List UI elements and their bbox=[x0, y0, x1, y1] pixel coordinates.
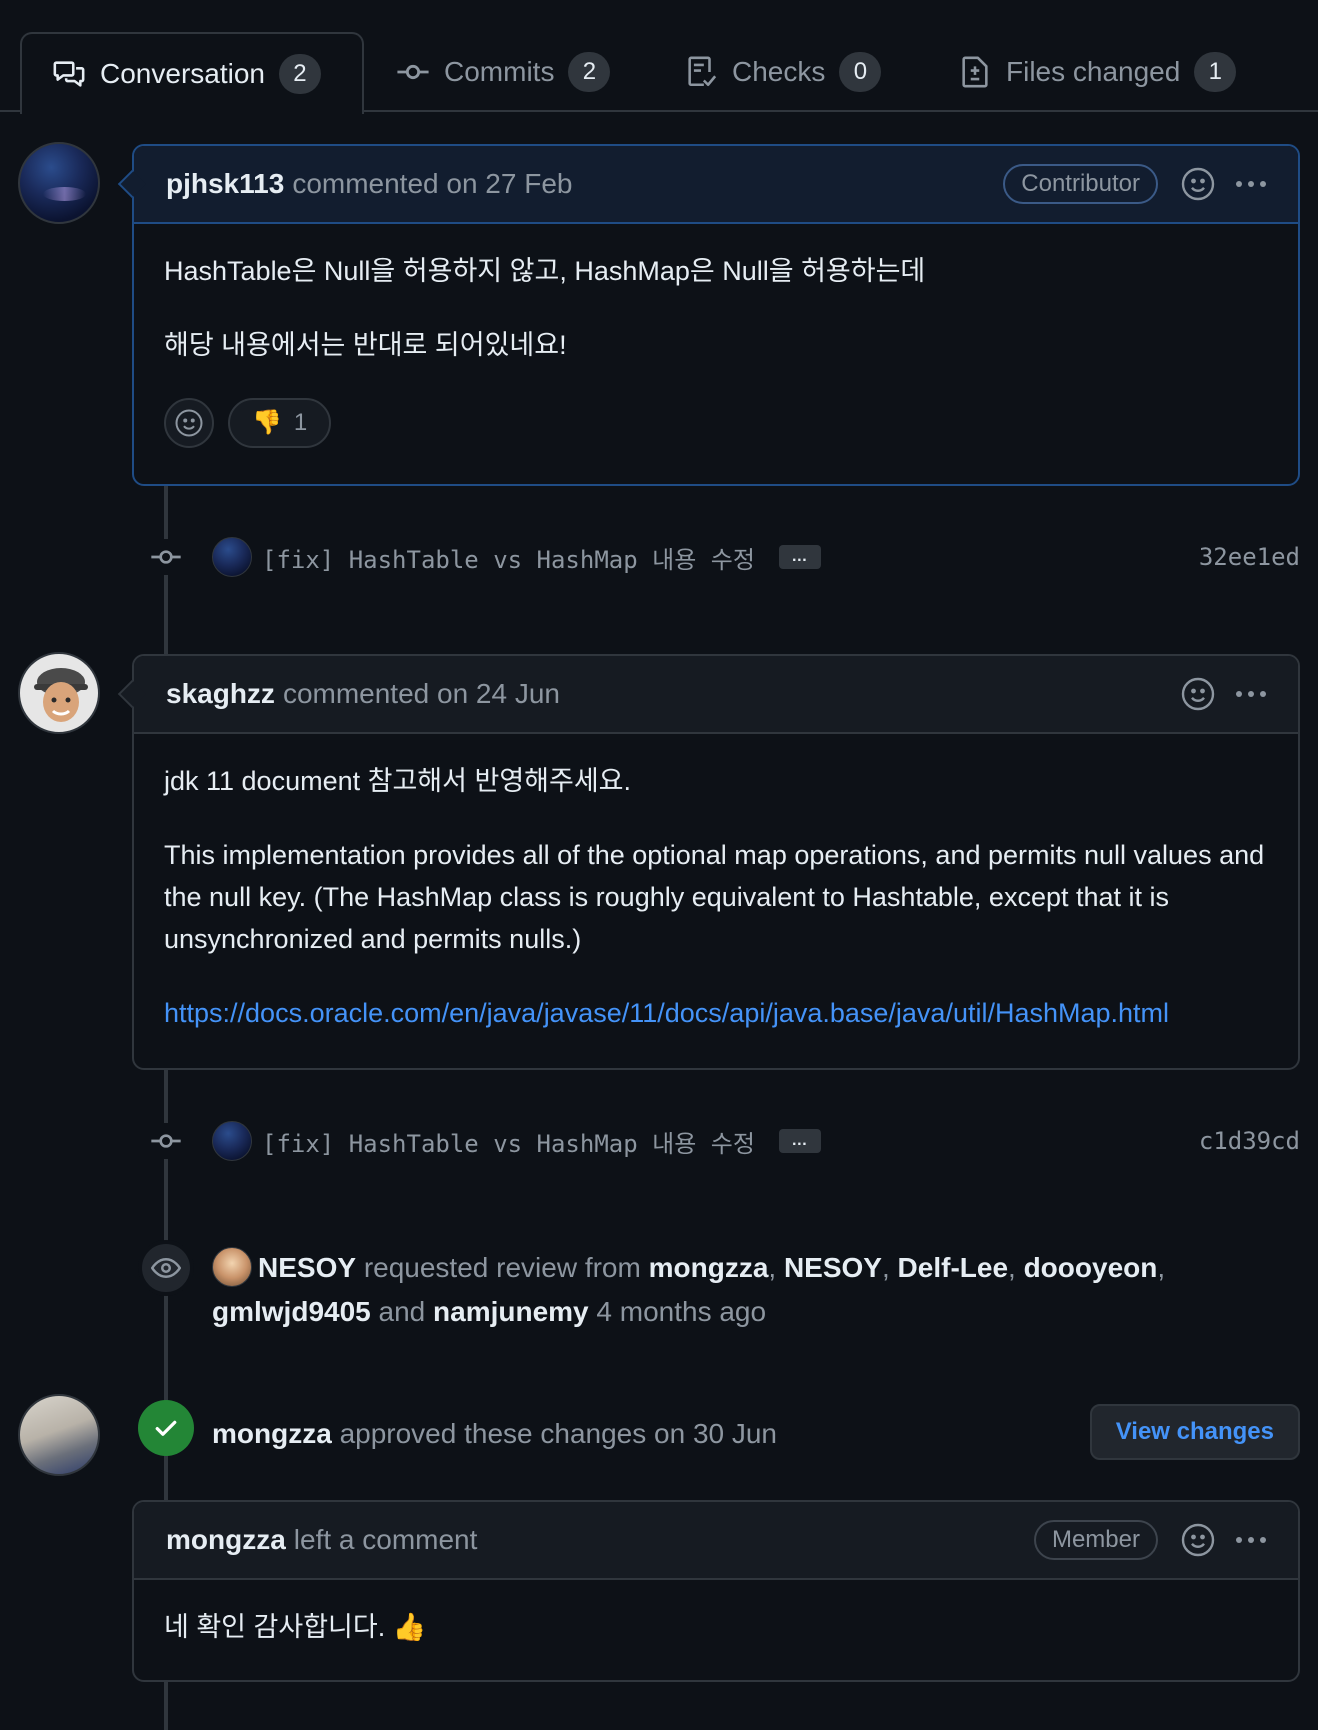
event-timestamp[interactable]: 4 months ago bbox=[596, 1296, 766, 1327]
reviewer-link[interactable]: gmlwjd9405 bbox=[212, 1296, 371, 1327]
separator: , bbox=[768, 1252, 777, 1283]
comment-body: HashTable은 Null을 허용하지 않고, HashMap은 Null을… bbox=[134, 224, 1298, 478]
commit-sha[interactable]: 32ee1ed bbox=[1199, 543, 1300, 571]
comment-paragraph: 네 확인 감사합니다. 👍 bbox=[164, 1612, 427, 1642]
reviewer-link[interactable]: namjunemy bbox=[433, 1296, 589, 1327]
tab-label: Files changed bbox=[1006, 56, 1181, 87]
commit-message-group: [fix] HashTable vs HashMap 내용 수정 … bbox=[212, 1121, 821, 1161]
smiley-icon[interactable] bbox=[1180, 676, 1216, 712]
pr-tab-bar: Conversation 2 Commits 2 Checks 0 Files … bbox=[0, 0, 1318, 114]
tab-files-changed[interactable]: Files changed 1 bbox=[958, 32, 1237, 112]
commit-author-avatar[interactable] bbox=[212, 537, 252, 577]
expand-commit-button[interactable]: … bbox=[778, 1129, 821, 1153]
reviewer-link[interactable]: mongzza bbox=[649, 1252, 769, 1283]
git-commit-icon bbox=[148, 1123, 184, 1159]
approval-text[interactable]: approved these changes on 30 Jun bbox=[340, 1418, 777, 1449]
eye-icon bbox=[138, 1240, 194, 1296]
tab-label: Checks bbox=[732, 56, 826, 87]
commit-row: [fix] HashTable vs HashMap 내용 수정 … c1d39… bbox=[132, 1116, 1300, 1166]
smiley-icon[interactable] bbox=[1180, 166, 1216, 202]
comment-meta: left a comment bbox=[293, 1524, 478, 1555]
kebab-menu-icon[interactable] bbox=[1236, 1537, 1266, 1543]
comment-body: jdk 11 document 참고해서 반영해주세요. This implem… bbox=[134, 734, 1298, 1064]
git-commit-icon bbox=[148, 539, 184, 575]
approval-event: mongzza approved these changes on 30 Jun bbox=[212, 1412, 1212, 1456]
tab-counter: 2 bbox=[278, 54, 321, 94]
reviewer-link[interactable]: Delf-Lee bbox=[898, 1252, 1008, 1283]
tab-counter: 1 bbox=[1194, 52, 1237, 92]
event-actor[interactable]: NESOY bbox=[258, 1252, 356, 1283]
commit-message[interactable]: [fix] HashTable vs HashMap 내용 수정 bbox=[262, 1124, 755, 1159]
reactions-bar: 👎 1 bbox=[164, 398, 1268, 448]
tab-conversation[interactable]: Conversation 2 bbox=[20, 32, 364, 114]
comment-header: skaghzz commented on 24 Jun bbox=[134, 656, 1298, 734]
tab-counter: 0 bbox=[839, 52, 882, 92]
comment-paragraph: 해당 내용에서는 반대로 되어있네요! bbox=[164, 330, 567, 360]
approval-author[interactable]: mongzza bbox=[212, 1418, 332, 1449]
commit-author-avatar[interactable] bbox=[212, 1121, 252, 1161]
comment-header: pjhsk113 commented on 27 Feb Contributor bbox=[134, 146, 1298, 224]
file-diff-icon bbox=[962, 56, 988, 88]
comment-skaghzz: skaghzz commented on 24 Jun jdk 11 docum… bbox=[117, 654, 1300, 1070]
check-circle-icon bbox=[138, 1400, 194, 1456]
avatar-mongzza[interactable] bbox=[18, 1394, 100, 1476]
event-text: and bbox=[378, 1296, 426, 1327]
smiley-icon bbox=[175, 409, 203, 437]
memoji-avatar-icon bbox=[34, 668, 88, 722]
comment-header: mongzza left a comment Member bbox=[134, 1502, 1298, 1580]
comment-timestamp[interactable]: commented on 27 Feb bbox=[292, 168, 572, 200]
smiley-icon[interactable] bbox=[1180, 1522, 1216, 1558]
comment-paragraph: HashTable은 Null을 허용하지 않고, HashMap은 Null을… bbox=[164, 256, 926, 286]
comment-author[interactable]: skaghzz bbox=[166, 678, 275, 710]
view-changes-button[interactable]: View changes bbox=[1089, 1404, 1300, 1460]
kebab-menu-icon[interactable] bbox=[1236, 181, 1266, 187]
git-commit-icon bbox=[397, 64, 429, 80]
comment-pjhsk113: pjhsk113 commented on 27 Feb Contributor… bbox=[117, 144, 1300, 486]
separator: , bbox=[881, 1252, 890, 1283]
comment-discussion-icon bbox=[53, 61, 85, 87]
add-reaction-button[interactable] bbox=[164, 398, 214, 448]
nesoy-avatar[interactable] bbox=[212, 1246, 252, 1287]
comment-paragraph: jdk 11 document 참고해서 반영해주세요. bbox=[164, 766, 632, 796]
thumbs-down-reaction-button[interactable]: 👎 1 bbox=[228, 398, 332, 448]
comment-mongzza: mongzza left a comment Member 네 확인 감사합니다… bbox=[132, 1500, 1300, 1682]
checklist-icon bbox=[688, 56, 717, 87]
contributor-badge: Contributor bbox=[1003, 164, 1158, 204]
member-badge: Member bbox=[1033, 1520, 1158, 1560]
thumbs-down-icon: 👎 bbox=[252, 409, 282, 436]
comment-body: 네 확인 감사합니다. 👍 bbox=[134, 1580, 1298, 1678]
comment-timestamp[interactable]: commented on 24 Jun bbox=[283, 678, 560, 710]
reaction-count: 1 bbox=[293, 409, 308, 436]
event-text: requested review from bbox=[363, 1252, 641, 1283]
kebab-menu-icon[interactable] bbox=[1236, 691, 1266, 697]
commit-message[interactable]: [fix] HashTable vs HashMap 내용 수정 bbox=[262, 540, 755, 575]
commit-row: [fix] HashTable vs HashMap 내용 수정 … 32ee1… bbox=[132, 532, 1300, 582]
separator: , bbox=[1157, 1252, 1166, 1283]
tab-commits[interactable]: Commits 2 bbox=[396, 32, 611, 112]
tab-label: Conversation bbox=[100, 58, 265, 89]
comment-author[interactable]: pjhsk113 bbox=[166, 168, 284, 200]
commit-sha[interactable]: c1d39cd bbox=[1199, 1127, 1300, 1155]
review-request-event: NESOY requested review from mongzza, NES… bbox=[212, 1246, 1212, 1334]
expand-commit-button[interactable]: … bbox=[778, 545, 821, 569]
avatar-pjhsk113[interactable] bbox=[18, 142, 100, 224]
tab-counter: 2 bbox=[568, 52, 611, 92]
reviewer-link[interactable]: NESOY bbox=[784, 1252, 882, 1283]
docs-link[interactable]: https://docs.oracle.com/en/java/javase/1… bbox=[164, 998, 1169, 1028]
tab-label: Commits bbox=[444, 56, 555, 87]
comment-paragraph: This implementation provides all of the … bbox=[164, 840, 1265, 954]
avatar-skaghzz[interactable] bbox=[18, 652, 100, 734]
tab-checks[interactable]: Checks 0 bbox=[684, 32, 882, 112]
commit-message-group: [fix] HashTable vs HashMap 내용 수정 … bbox=[212, 537, 821, 577]
comment-author[interactable]: mongzza bbox=[166, 1524, 286, 1556]
separator: , bbox=[1008, 1252, 1016, 1283]
reviewer-link[interactable]: doooyeon bbox=[1024, 1252, 1158, 1283]
